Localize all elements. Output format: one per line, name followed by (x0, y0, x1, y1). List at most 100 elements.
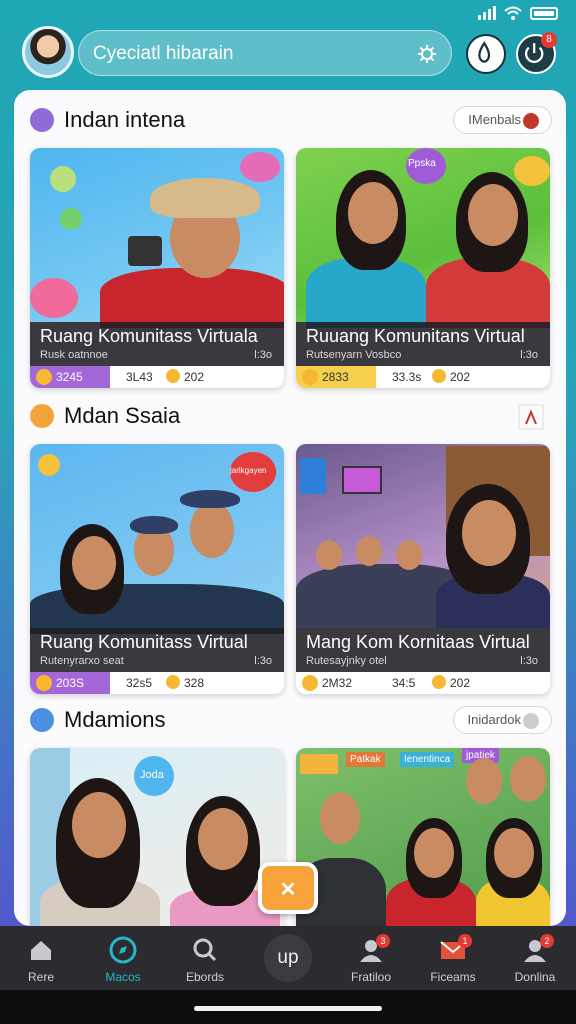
toggle-filter-button[interactable]: Inidardok (452, 706, 552, 734)
ribbon-icon[interactable] (518, 404, 544, 430)
nav-item-explore[interactable]: Macos (82, 926, 164, 990)
community-card[interactable]: Joda (30, 748, 284, 926)
section-header: Mdamions Inidardok (14, 700, 566, 740)
home-indicator-bar (0, 990, 576, 1024)
emoji-icon (36, 369, 52, 385)
banner-text: Patkak (346, 752, 385, 767)
nav-label: Ebords (185, 970, 225, 984)
community-card[interactable]: Ppska Ruuang Komunitans Virtual Rutsenya… (296, 148, 550, 388)
card-stats: 2M32 34:5 202 (296, 672, 550, 694)
members-filter-button[interactable]: IMenbals (453, 106, 552, 134)
card-stats: 203S 32s5 328 (30, 672, 284, 694)
profile-avatar[interactable] (22, 26, 74, 78)
card-caption: Ruang Komunitass Virtual Rutenyrarxo sea… (30, 628, 284, 672)
search-icon (193, 938, 217, 962)
notification-badge: 8 (541, 32, 557, 48)
card-title: Ruang Komunitass Virtual (40, 632, 248, 652)
card-image: Patkak Ienentinca jpatjek (296, 748, 550, 926)
card-caption: Mang Kom Kornitaas Virtual Rutesayjnky o… (296, 628, 550, 672)
section-header: Mdan Ssaia (14, 396, 566, 436)
card-stats: 2833 33.3s 202 (296, 366, 550, 388)
community-card[interactable]: Patkak Ienentinca jpatjek (296, 748, 550, 926)
card-image: Ppska (296, 148, 550, 328)
notifications-button[interactable]: 8 (516, 32, 557, 74)
nav-label: Donlina (514, 970, 556, 984)
bubble-text: Ppska (408, 158, 436, 169)
card-subtitle: Rusk oatnnoe (40, 349, 108, 361)
emoji-icon (302, 675, 318, 691)
nav-item-search[interactable]: Ebords (164, 926, 246, 990)
section-icon (30, 108, 54, 132)
nav-item-home[interactable]: Rere (0, 926, 82, 990)
card-subtitle: Rutesayjnky otel (306, 655, 387, 667)
battery-icon (530, 6, 558, 20)
home-indicator[interactable] (194, 1006, 382, 1011)
wifi-icon (504, 6, 522, 20)
card-stats: 3245 3L43 202 (30, 366, 284, 388)
stat-likes: 3245 (56, 370, 83, 384)
section-header: Indan intena IMenbals (14, 100, 566, 140)
drop-icon (478, 41, 491, 63)
emoji-icon (36, 675, 52, 691)
nav-label: Fratiloo (350, 970, 391, 984)
search-bar[interactable]: Cyeciatl hibarain (78, 30, 452, 76)
nav-label: Rere (27, 970, 54, 984)
section-icon (30, 708, 54, 732)
toggle-icon (523, 713, 539, 729)
filter-label: IMenbals (468, 112, 521, 127)
status-bar (0, 0, 576, 28)
emoji-icon (432, 369, 446, 383)
stat-likes: 203S (56, 676, 85, 690)
nav-label: Ficeams (430, 970, 476, 984)
top-header: Cyeciatl hibarain 8 (22, 26, 562, 82)
card-meta: l:3o (254, 349, 272, 361)
section-title: Mdamions (64, 707, 166, 732)
bubble-text: jarlkgayen (230, 466, 267, 475)
bubble-text: Joda (140, 769, 164, 781)
nav-center-button[interactable]: up (264, 934, 312, 982)
stat-comments: 202 (450, 676, 471, 690)
main-feed: Indan intena IMenbals Ruang Komunitass V… (14, 90, 566, 926)
close-icon: ✕ (279, 879, 297, 901)
stat-comments: 202 (184, 370, 205, 384)
section-title: Mdan Ssaia (64, 403, 181, 428)
emoji-icon (432, 675, 446, 689)
gear-icon[interactable] (417, 44, 437, 64)
nav-badge: 1 (458, 934, 472, 948)
section-icon (30, 404, 54, 428)
emoji-icon (166, 675, 180, 689)
card-title: Mang Kom Kornitaas Virtual (306, 632, 530, 652)
community-card[interactable]: Mang Kom Kornitaas Virtual Rutesayjnky o… (296, 444, 550, 694)
stat-likes: 2M32 (322, 676, 353, 690)
community-card[interactable]: jarlkgayen Ruang Komunitass Virtual Rute… (30, 444, 284, 694)
stat-views: 3L43 (126, 370, 153, 384)
card-image (30, 148, 284, 328)
search-text: Cyeciatl hibarain (93, 43, 234, 64)
nav-item-messages[interactable]: 1 Ficeams (412, 926, 494, 990)
power-action-button[interactable] (466, 34, 506, 74)
card-image: Joda (30, 748, 284, 926)
nav-item-friends[interactable]: 3 Fratiloo (330, 926, 412, 990)
nav-badge: 2 (540, 934, 554, 948)
card-caption: Ruuang Komunitans Virtual Rutsenyarn Vos… (296, 322, 550, 366)
card-meta: l:3o (254, 655, 272, 667)
card-meta: l:3o (520, 349, 538, 361)
emoji-icon (166, 369, 180, 383)
stat-views: 32s5 (126, 676, 153, 690)
close-fab-button[interactable]: ✕ (258, 862, 318, 914)
card-meta: l:3o (520, 655, 538, 667)
card-title: Ruang Komunitass Virtuala (40, 326, 258, 346)
card-subtitle: Rutsenyarn Vosbco (306, 349, 402, 361)
card-title: Ruuang Komunitans Virtual (306, 326, 525, 346)
stat-likes: 2833 (322, 370, 349, 384)
card-image (296, 444, 550, 628)
nav-item-profile[interactable]: 2 Donlina (494, 926, 576, 990)
nav-label: Macos (105, 970, 141, 984)
section-title: Indan intena (64, 107, 186, 132)
card-subtitle: Rutenyrarxo seat (40, 655, 124, 667)
emoji-icon (302, 369, 318, 385)
signal-icon (478, 6, 496, 20)
nav-badge: 3 (376, 934, 390, 948)
community-card[interactable]: Ruang Komunitass Virtuala Rusk oatnnoe l… (30, 148, 284, 388)
stat-comments: 202 (450, 370, 471, 384)
